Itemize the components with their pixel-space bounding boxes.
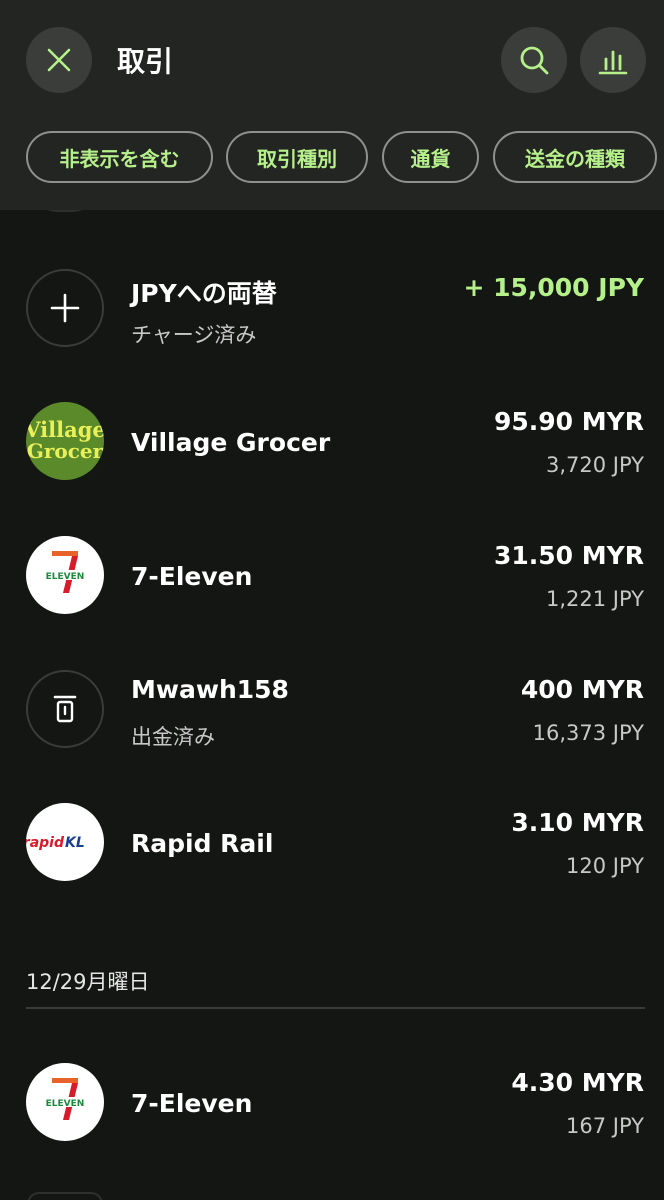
- seven-eleven-logo: ELEVEN: [26, 1063, 104, 1141]
- stats-button[interactable]: [580, 27, 646, 93]
- transaction-name: 7-Eleven: [131, 562, 253, 591]
- transaction-name: 7-Eleven: [131, 1089, 253, 1118]
- transaction-amount: + 15,000 JPY: [463, 273, 644, 302]
- transaction-amount: 3.10 MYR: [511, 808, 644, 837]
- filter-currency[interactable]: 通貨: [382, 131, 479, 183]
- page-title: 取引: [117, 45, 174, 78]
- transaction-row[interactable]: Mwawh158 出金済み 400 MYR 16,373 JPY: [0, 670, 664, 750]
- withdraw-icon: [53, 695, 77, 723]
- transaction-status: チャージ済み: [131, 323, 257, 347]
- transaction-row[interactable]: JPYへの両替 チャージ済み + 15,000 JPY: [0, 269, 664, 349]
- transaction-amount: 400 MYR: [520, 675, 644, 704]
- svg-text:ELEVEN: ELEVEN: [46, 1099, 85, 1109]
- header: 取引 非表示を含む 取引種別 通貨 送金の種類: [0, 0, 664, 210]
- filter-transfer-type[interactable]: 送金の種類: [493, 131, 657, 183]
- withdraw-avatar: [26, 670, 104, 748]
- svg-text:Grocer: Grocer: [27, 439, 104, 463]
- transaction-status: 出金済み: [131, 725, 215, 749]
- close-icon: [47, 48, 71, 72]
- section-date: 12/29月曜日: [26, 970, 150, 994]
- rapid-kl-logo: rapid KL: [26, 803, 104, 881]
- filter-include-hidden[interactable]: 非表示を含む: [26, 131, 213, 183]
- transaction-name: Mwawh158: [131, 675, 289, 704]
- transaction-name: Village Grocer: [131, 428, 331, 457]
- svg-text:ELEVEN: ELEVEN: [46, 572, 85, 582]
- partial-avatar: [27, 1192, 103, 1200]
- village-grocer-logo: Village Grocer: [26, 402, 104, 480]
- transaction-row[interactable]: ELEVEN 7-Eleven 31.50 MYR 1,221 JPY: [0, 536, 664, 616]
- svg-text:KL: KL: [65, 835, 85, 851]
- search-icon: [520, 46, 549, 75]
- transaction-converted: 167 JPY: [566, 1114, 644, 1138]
- seven-eleven-logo: ELEVEN: [26, 536, 104, 614]
- section-divider: [26, 1007, 645, 1009]
- transaction-row[interactable]: rapid KL Rapid Rail 3.10 MYR 120 JPY: [0, 803, 664, 883]
- transaction-amount: 31.50 MYR: [493, 541, 644, 570]
- exchange-avatar: [26, 269, 104, 347]
- plus-icon: [50, 293, 80, 323]
- bar-chart-icon: [598, 50, 628, 75]
- transaction-row[interactable]: Village Grocer Village Grocer 95.90 MYR …: [0, 402, 664, 482]
- transaction-name: JPYへの両替: [131, 279, 277, 308]
- close-button[interactable]: [26, 27, 92, 93]
- transaction-name: Rapid Rail: [131, 829, 274, 858]
- transaction-converted: 3,720 JPY: [545, 453, 644, 477]
- filter-transaction-type[interactable]: 取引種別: [226, 131, 368, 183]
- transaction-row[interactable]: ELEVEN 7-Eleven 4.30 MYR 167 JPY: [0, 1063, 664, 1143]
- transaction-converted: 120 JPY: [566, 854, 644, 878]
- transaction-converted: 16,373 JPY: [532, 721, 644, 745]
- transaction-amount: 4.30 MYR: [511, 1068, 644, 1097]
- transaction-amount: 95.90 MYR: [493, 407, 644, 436]
- svg-text:rapid: rapid: [26, 835, 65, 851]
- transaction-converted: 1,221 JPY: [545, 587, 644, 611]
- search-button[interactable]: [501, 27, 567, 93]
